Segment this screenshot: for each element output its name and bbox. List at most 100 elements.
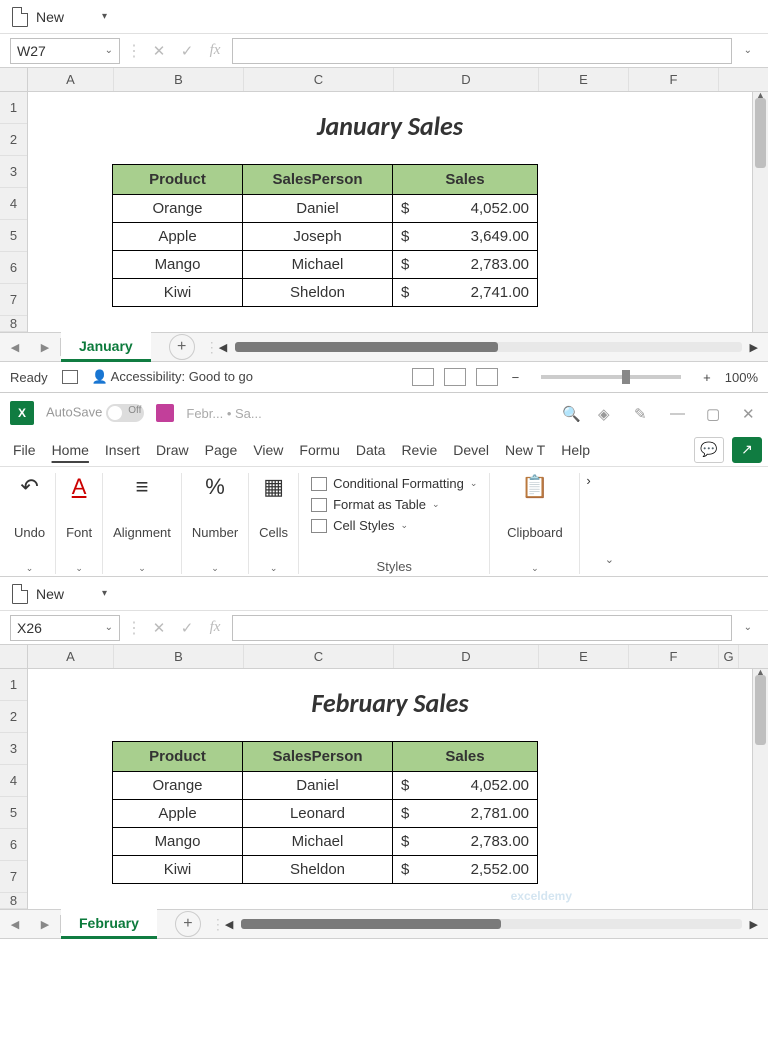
fx-icon[interactable]: fx bbox=[204, 619, 226, 636]
pen-icon[interactable]: ✎ bbox=[634, 405, 650, 421]
cell-salesperson[interactable]: Daniel bbox=[243, 772, 393, 800]
sheet-tab-january[interactable]: January bbox=[61, 332, 151, 362]
header-sales[interactable]: Sales bbox=[393, 165, 538, 195]
row-header[interactable]: 4 bbox=[0, 765, 27, 797]
enter-formula-icon[interactable]: ✓ bbox=[176, 42, 198, 60]
col-header[interactable]: D bbox=[394, 68, 539, 91]
row-header[interactable]: 2 bbox=[0, 701, 27, 733]
add-sheet-button[interactable]: + bbox=[175, 911, 201, 937]
scroll-left-icon[interactable]: ◀ bbox=[225, 918, 233, 931]
maximize-icon[interactable]: ▢ bbox=[706, 405, 722, 421]
select-all-corner[interactable] bbox=[0, 68, 28, 91]
cell-salesperson[interactable]: Michael bbox=[243, 251, 393, 279]
scrollbar-track[interactable] bbox=[235, 342, 741, 352]
cell-salesperson[interactable]: Joseph bbox=[243, 223, 393, 251]
cell-salesperson[interactable]: Sheldon bbox=[243, 856, 393, 884]
cell-sales[interactable]: $4,052.00 bbox=[393, 772, 538, 800]
cell-salesperson[interactable]: Leonard bbox=[243, 800, 393, 828]
cell-sales[interactable]: $2,552.00 bbox=[393, 856, 538, 884]
normal-view-icon[interactable] bbox=[412, 368, 434, 386]
number-icon[interactable]: % bbox=[205, 473, 225, 501]
scrollbar-thumb[interactable] bbox=[755, 675, 766, 745]
vertical-scrollbar[interactable]: ▲ bbox=[752, 92, 768, 332]
filename-label[interactable]: Febr... • Sa... bbox=[186, 406, 550, 421]
col-header[interactable]: F bbox=[629, 68, 719, 91]
chevron-down-icon[interactable]: ⌄ bbox=[138, 563, 146, 574]
new-document-icon[interactable] bbox=[12, 7, 28, 27]
qat-customize-dropdown[interactable]: ▾ bbox=[102, 11, 107, 22]
cell-product[interactable]: Orange bbox=[113, 195, 243, 223]
collapse-ribbon-icon[interactable]: ⌄ bbox=[597, 473, 622, 574]
col-header[interactable]: A bbox=[28, 68, 114, 91]
cell-sales[interactable]: $2,781.00 bbox=[393, 800, 538, 828]
row-header[interactable]: 5 bbox=[0, 220, 27, 252]
vertical-scrollbar[interactable]: ▲ bbox=[752, 669, 768, 909]
cell-product[interactable]: Kiwi bbox=[113, 279, 243, 307]
cell-sales[interactable]: $2,783.00 bbox=[393, 251, 538, 279]
tab-new[interactable]: New T bbox=[498, 433, 552, 467]
diamond-icon[interactable]: ◈ bbox=[598, 405, 614, 421]
sheet-content[interactable]: January Sales Product SalesPerson Sales … bbox=[28, 92, 752, 332]
col-header[interactable]: E bbox=[539, 68, 629, 91]
row-header[interactable]: 3 bbox=[0, 156, 27, 188]
row-header[interactable]: 6 bbox=[0, 829, 27, 861]
tab-view[interactable]: View bbox=[246, 433, 290, 467]
cell-product[interactable]: Orange bbox=[113, 772, 243, 800]
row-header[interactable]: 2 bbox=[0, 124, 27, 156]
autosave-toggle[interactable] bbox=[106, 404, 144, 422]
formula-input[interactable] bbox=[232, 38, 732, 64]
close-icon[interactable]: ✕ bbox=[742, 405, 758, 421]
cell-styles-button[interactable]: Cell Styles ⌄ bbox=[311, 515, 477, 536]
tab-nav-next-icon[interactable]: ▶ bbox=[30, 341, 60, 354]
cell-sales[interactable]: $3,649.00 bbox=[393, 223, 538, 251]
cells-icon[interactable]: ▦ bbox=[263, 473, 284, 501]
header-product[interactable]: Product bbox=[113, 165, 243, 195]
cell-salesperson[interactable]: Daniel bbox=[243, 195, 393, 223]
undo-icon[interactable]: ↶ bbox=[20, 473, 38, 501]
tab-insert[interactable]: Insert bbox=[98, 433, 147, 467]
sheet-tab-february[interactable]: February bbox=[61, 909, 157, 939]
col-header[interactable]: C bbox=[244, 68, 394, 91]
conditional-formatting-button[interactable]: Conditional Formatting ⌄ bbox=[311, 473, 477, 494]
chevron-down-icon[interactable]: ⌄ bbox=[211, 563, 219, 574]
zoom-out-button[interactable]: − bbox=[512, 370, 520, 385]
group-more[interactable]: › bbox=[580, 473, 596, 574]
horizontal-scrollbar[interactable]: ⋮ ◀ ▶ bbox=[201, 916, 768, 933]
row-header[interactable]: 8 bbox=[0, 893, 27, 909]
scrollbar-thumb[interactable] bbox=[755, 98, 766, 168]
qat-new-label[interactable]: New bbox=[36, 586, 64, 602]
alignment-icon[interactable]: ≡ bbox=[136, 473, 149, 501]
col-header[interactable]: B bbox=[114, 645, 244, 668]
row-header[interactable]: 8 bbox=[0, 316, 27, 332]
comments-button[interactable]: 💬 bbox=[694, 437, 724, 463]
cancel-formula-icon[interactable]: ✕ bbox=[148, 42, 170, 60]
row-header[interactable]: 1 bbox=[0, 92, 27, 124]
tab-page[interactable]: Page bbox=[198, 433, 245, 467]
scrollbar-track[interactable] bbox=[241, 919, 741, 929]
row-header[interactable]: 3 bbox=[0, 733, 27, 765]
tab-nav-next-icon[interactable]: ▶ bbox=[30, 918, 60, 931]
tab-help[interactable]: Help bbox=[554, 433, 597, 467]
col-header[interactable]: F bbox=[629, 645, 719, 668]
autosave-label[interactable]: AutoSave bbox=[46, 404, 144, 422]
sheet-content[interactable]: February Sales Product SalesPerson Sales… bbox=[28, 669, 752, 909]
horizontal-scrollbar[interactable]: ⋮ ◀ ▶ bbox=[195, 339, 768, 356]
row-header[interactable]: 6 bbox=[0, 252, 27, 284]
chevron-down-icon[interactable]: ⌄ bbox=[26, 563, 34, 574]
search-icon[interactable]: 🔍 bbox=[562, 405, 578, 421]
tab-file[interactable]: File bbox=[6, 433, 43, 467]
cell-salesperson[interactable]: Sheldon bbox=[243, 279, 393, 307]
save-icon[interactable] bbox=[156, 404, 174, 422]
font-icon[interactable]: A bbox=[72, 473, 87, 501]
tab-developer[interactable]: Devel bbox=[446, 433, 496, 467]
chevron-down-icon[interactable]: ⌄ bbox=[270, 563, 278, 574]
row-header[interactable]: 7 bbox=[0, 861, 27, 893]
chevron-down-icon[interactable]: ⌄ bbox=[531, 563, 539, 574]
qat-customize-dropdown[interactable]: ▾ bbox=[102, 588, 107, 599]
col-header[interactable]: D bbox=[394, 645, 539, 668]
tab-data[interactable]: Data bbox=[349, 433, 393, 467]
row-header[interactable]: 1 bbox=[0, 669, 27, 701]
page-break-view-icon[interactable] bbox=[476, 368, 498, 386]
accessibility-status[interactable]: 👤 Accessibility: Good to go bbox=[92, 369, 253, 385]
col-header[interactable]: C bbox=[244, 645, 394, 668]
